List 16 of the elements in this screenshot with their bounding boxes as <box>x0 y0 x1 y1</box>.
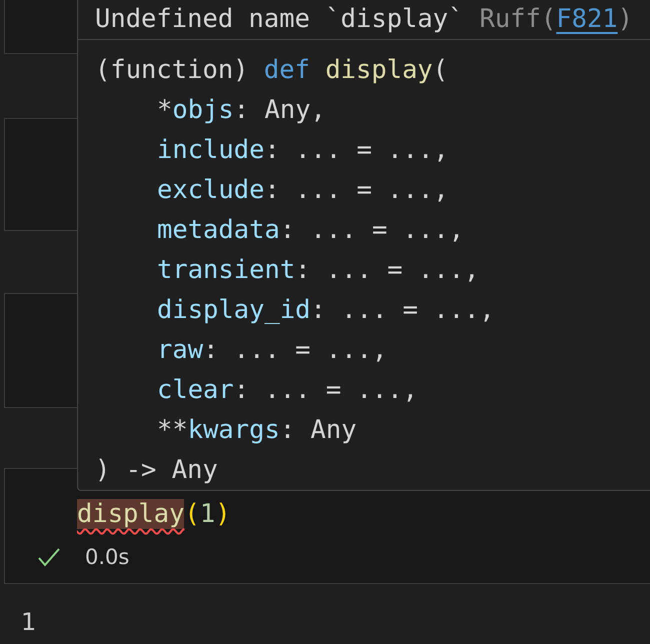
diagnostic-message: Undefined name `display` <box>95 4 464 34</box>
parameter-line: include: ... = ..., <box>156 134 449 167</box>
signature-line: ) -> Any <box>95 454 218 487</box>
parameter-line: exclude: ... = ..., <box>156 174 449 207</box>
cell-output: 1 <box>21 608 36 636</box>
parameter-line: display_id: ... = ..., <box>156 294 495 327</box>
parameter-line: transient: ... = ..., <box>156 254 480 287</box>
parameter-line: raw: ... = ..., <box>156 334 388 367</box>
parameter-line: **kwargs: Any <box>156 414 357 447</box>
parameter-line: *objs: Any, <box>156 94 326 127</box>
rule-link[interactable]: F821 <box>556 4 618 34</box>
diagnostic-source: Ruff(F821) <box>479 4 634 34</box>
signature-line: (function) def display( <box>95 54 448 87</box>
parameter-line: clear: ... = ..., <box>156 374 418 407</box>
execution-time: 0.0s <box>85 545 130 569</box>
parameter-line: metadata: ... = ..., <box>156 214 464 247</box>
